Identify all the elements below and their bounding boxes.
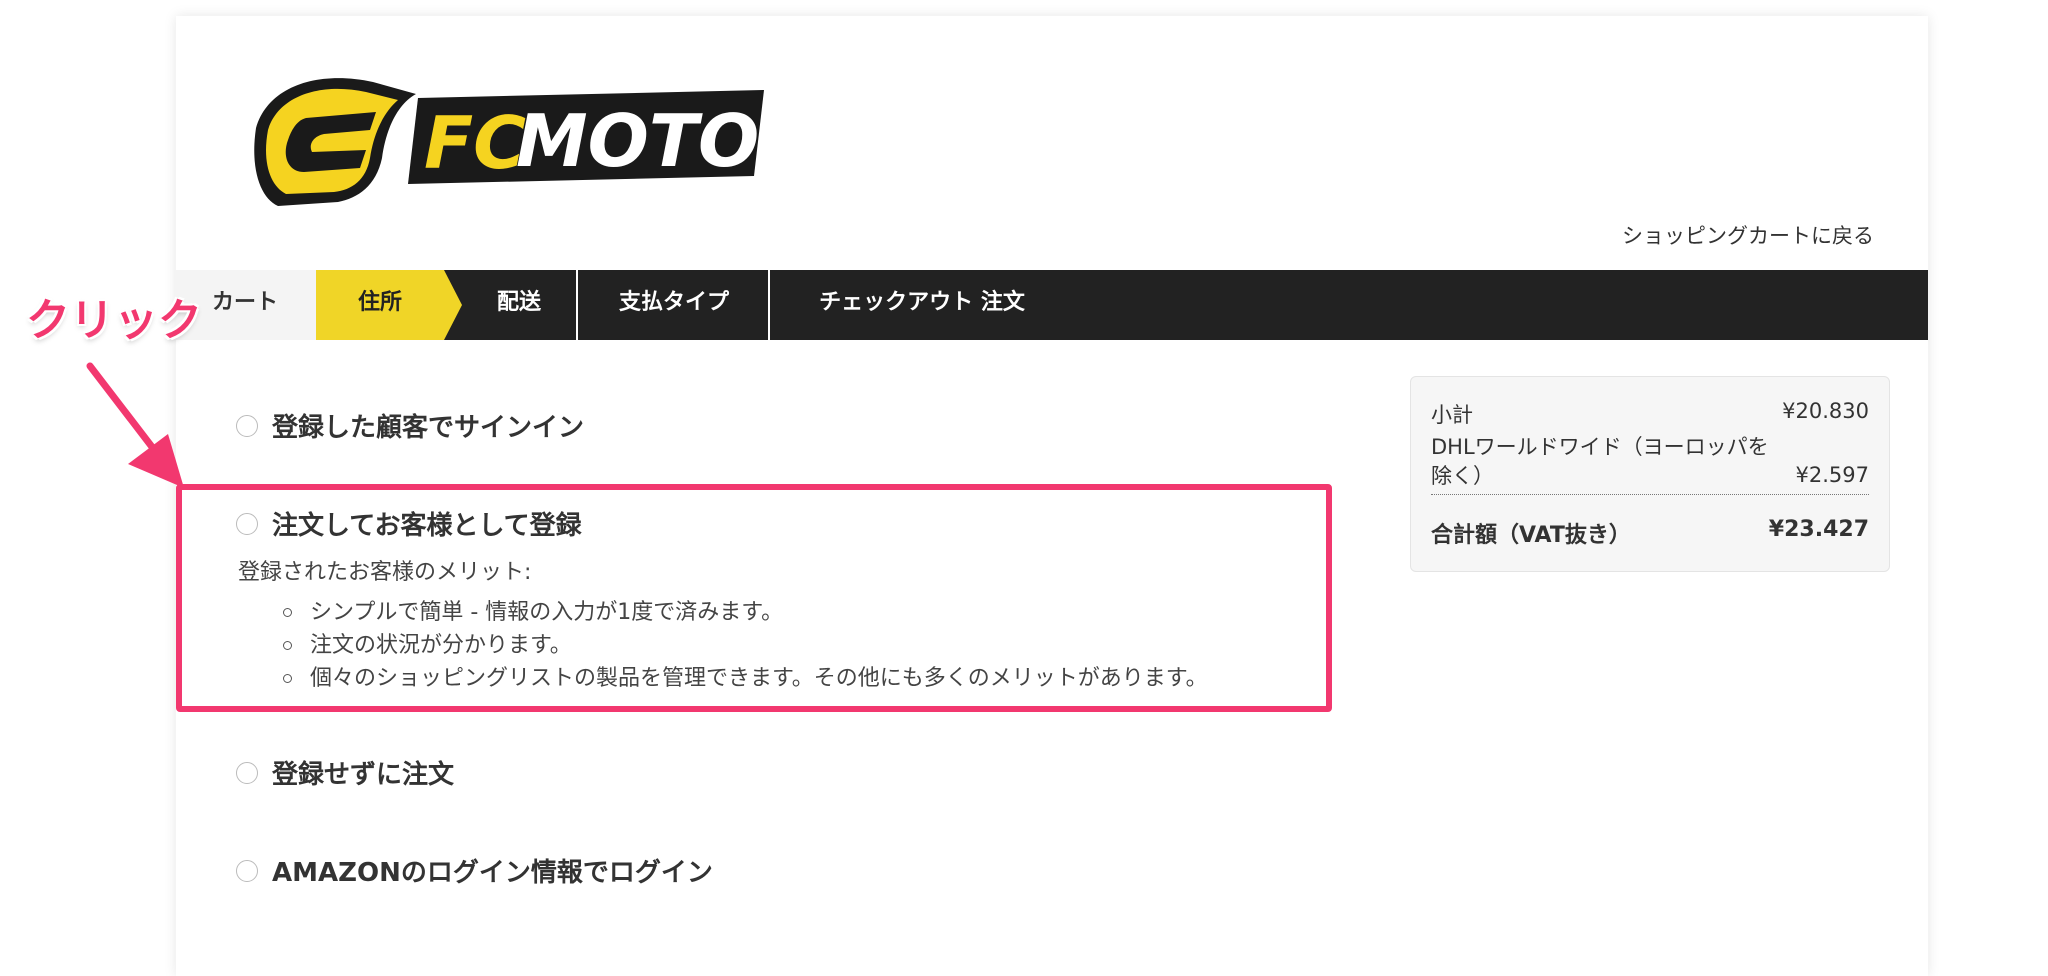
shipping-label: DHLワールドワイド（ヨーロッパを除く） xyxy=(1431,435,1769,488)
summary-divider xyxy=(1431,494,1869,495)
annotation-label: クリック xyxy=(26,295,202,346)
total-value: ¥23.427 xyxy=(1768,517,1869,542)
option-amazon-login[interactable]: AMAZONのログイン情報でログイン xyxy=(236,852,713,889)
back-to-cart-link[interactable]: ショッピングカートに戻る xyxy=(1622,220,1874,250)
step-address[interactable]: 住所 xyxy=(316,270,444,340)
option-label: 登録した顧客でサインイン xyxy=(272,413,585,443)
subtotal-value: ¥20.830 xyxy=(1782,399,1869,423)
subtotal-label: 小計 xyxy=(1431,403,1473,427)
helmet-icon xyxy=(254,78,416,206)
radio-button[interactable] xyxy=(236,414,258,437)
fc-moto-logo[interactable]: FC MOTO xyxy=(248,68,768,214)
option-guest-order[interactable]: 登録せずに注文 xyxy=(236,754,454,791)
step-address-arrow xyxy=(444,270,462,340)
option-label: 登録せずに注文 xyxy=(272,760,455,790)
annotation-highlight-box xyxy=(176,484,1332,712)
svg-text:FC: FC xyxy=(424,101,526,185)
step-shipping[interactable]: 配送 xyxy=(462,270,576,340)
step-divider xyxy=(768,270,770,340)
shipping-value: ¥2.597 xyxy=(1795,463,1869,487)
option-label: AMAZONのログイン情報でログイン xyxy=(272,858,713,888)
checkout-steps-nav: カート 住所 配送 支払タイプ チェックアウト 注文 xyxy=(176,270,1928,340)
step-divider xyxy=(576,270,578,340)
radio-button[interactable] xyxy=(236,761,258,784)
option-sign-in[interactable]: 登録した顧客でサインイン xyxy=(236,407,584,444)
order-summary: 小計 ¥20.830 DHLワールドワイド（ヨーロッパを除く） ¥2.597 合… xyxy=(1410,376,1890,572)
radio-button[interactable] xyxy=(236,859,258,882)
annotation-arrow-icon xyxy=(86,362,184,488)
svg-text:MOTO: MOTO xyxy=(516,99,759,183)
step-payment-type[interactable]: 支払タイプ xyxy=(580,270,768,340)
total-label: 合計額（VAT抜き） xyxy=(1431,523,1631,548)
step-checkout-order[interactable]: チェックアウト 注文 xyxy=(772,270,1072,340)
